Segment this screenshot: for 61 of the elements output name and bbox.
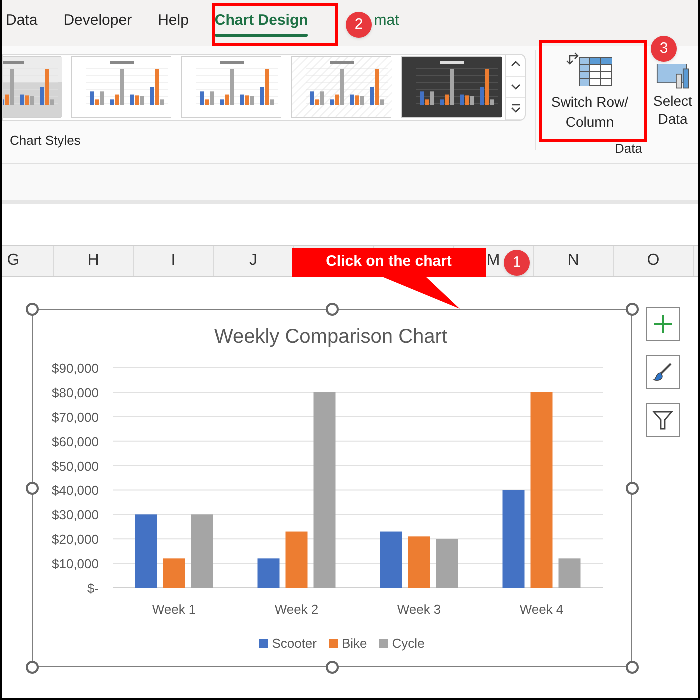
ribbon-tab[interactable]: Developer [64,8,132,38]
axis-label: $60,000 [52,434,99,450]
category-label: Week 3 [397,602,442,617]
switch-row-column-button[interactable]: Switch Row/ Column [540,46,640,132]
chart-filters-button[interactable] [646,403,680,437]
group-label: Chart Styles [10,132,82,150]
column-header[interactable]: G [7,249,20,273]
filter-icon [652,409,674,431]
resize-handle[interactable] [326,303,339,316]
bar [408,536,430,588]
axis-label: $80,000 [52,385,99,400]
chart-elements-button[interactable] [646,307,680,341]
ribbon-tab[interactable]: Help [158,8,189,38]
category-label: Week 2 [274,602,319,617]
plus-icon [652,313,674,335]
chart-area[interactable]: Weekly Comparison Chart $- $10,000 $20,000 $30,000 $40,000 $50,000 $60,000 $70,000 $80,000 $90,000 Week 1 Week 2 Week 3 Week 4 Scooter Bike Cycle [32,309,632,667]
legend-label: Bike [342,635,368,653]
column-header[interactable]: I [171,249,176,273]
bar [258,558,280,588]
brush-icon [652,361,674,383]
category-label: Week 4 [520,602,564,617]
column-header[interactable]: M [486,249,500,273]
axis-label: $30,000 [52,508,99,523]
resize-handle[interactable] [626,303,639,316]
resize-handle[interactable] [26,303,39,316]
bar [558,558,581,588]
chart-style-thumbnail[interactable] [401,56,501,118]
axis-label: $90,000 [52,361,99,376]
column-header[interactable]: H [88,249,100,273]
resize-handle[interactable] [626,661,639,674]
resize-handle[interactable] [26,482,39,495]
ribbon-tab[interactable]: Data [6,8,38,38]
axis-label: $20,000 [52,532,99,548]
axis-label: $70,000 [52,410,99,425]
resize-handle[interactable] [626,482,639,495]
chart-style-thumbnail[interactable] [71,56,171,118]
select-data-button[interactable]: Select Data [648,64,698,128]
bar [380,532,402,588]
group-label: Data [615,140,642,158]
category-label: Week 1 [152,602,196,617]
bar [163,558,186,588]
table-swap-icon [566,52,614,88]
ribbon-tab[interactable]: Chart Design [214,8,308,38]
column-header[interactable]: N [568,249,580,273]
chart-title: Weekly Comparison Chart [214,326,448,348]
chart-styles-button[interactable] [646,355,680,389]
column-header[interactable]: J [250,249,258,273]
resize-handle[interactable] [26,661,39,674]
legend-label: Scooter [272,635,317,653]
column-header[interactable]: O [647,249,660,273]
chart-style-thumbnail[interactable] [291,56,391,118]
chart-style-thumbnail[interactable] [181,56,281,118]
bar [436,539,458,588]
resize-handle[interactable] [326,661,339,674]
ribbon-tab[interactable]: mat [374,8,400,38]
axis-label: $- [87,581,99,596]
axis-label: $40,000 [52,483,99,498]
axis-label: $50,000 [52,458,99,474]
axis-label: $10,000 [52,556,99,572]
legend-label: Cycle [392,635,425,653]
bar [286,532,308,588]
